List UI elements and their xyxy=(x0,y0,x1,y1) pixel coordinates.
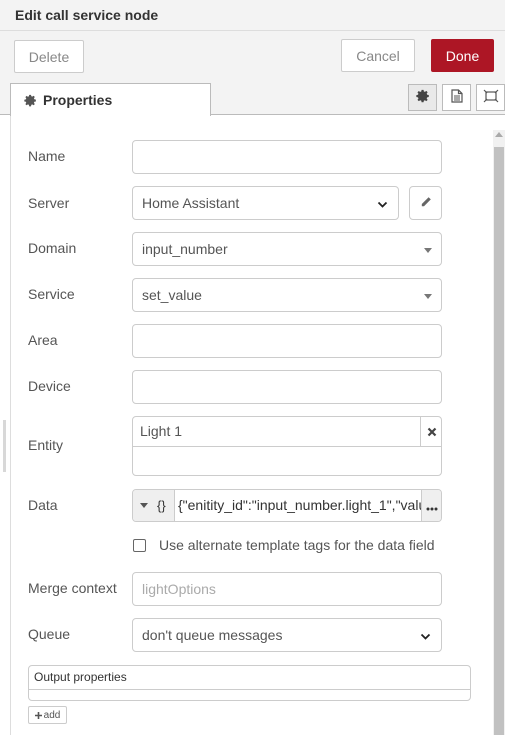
server-label: Server xyxy=(28,195,70,211)
alt-template-row: Use alternate template tags for the data… xyxy=(133,537,435,553)
output-properties-header: Output properties xyxy=(29,666,470,690)
service-label: Service xyxy=(28,286,75,302)
data-value[interactable]: {"enitity_id":"input_number.light_1","va… xyxy=(178,497,423,513)
tab-bar: Properties xyxy=(0,80,505,116)
domain-input[interactable]: input_number xyxy=(132,232,442,266)
service-input[interactable]: set_value xyxy=(132,278,442,312)
output-properties-list: Output properties xyxy=(28,665,471,701)
queue-select[interactable]: don't queue messages xyxy=(132,618,442,652)
tab-settings[interactable] xyxy=(408,84,437,111)
description-icon xyxy=(450,89,463,106)
merge-context-label: Merge context xyxy=(28,580,117,596)
device-input[interactable] xyxy=(132,370,442,404)
dialog-titlebar: Edit call service node xyxy=(0,0,505,31)
resize-handle[interactable] xyxy=(3,420,6,472)
expand-editor-button[interactable] xyxy=(421,490,441,521)
tab-properties[interactable]: Properties xyxy=(10,83,211,116)
area-input[interactable] xyxy=(132,324,442,358)
merge-context-placeholder: lightOptions xyxy=(142,581,216,597)
scrollbar-thumb[interactable] xyxy=(494,147,504,735)
tab-appearance[interactable] xyxy=(476,84,505,111)
close-icon xyxy=(427,424,437,440)
add-output-label: add xyxy=(43,709,61,721)
device-label: Device xyxy=(28,378,71,394)
scrollbar[interactable] xyxy=(493,130,505,735)
gear-icon xyxy=(24,94,37,107)
chevron-down-icon xyxy=(420,629,431,645)
pencil-icon xyxy=(420,195,432,211)
alt-template-checkbox[interactable] xyxy=(133,538,146,552)
plus-icon xyxy=(34,711,42,719)
caret-down-icon[interactable] xyxy=(424,248,432,253)
delete-button[interactable]: Delete xyxy=(14,40,84,73)
queue-value: don't queue messages xyxy=(142,627,283,643)
service-value: set_value xyxy=(142,287,202,303)
json-type-icon: {} xyxy=(157,498,166,513)
area-label: Area xyxy=(28,332,58,348)
dialog-actionbar: Delete Cancel Done xyxy=(0,31,505,80)
cancel-button[interactable]: Cancel xyxy=(341,39,415,72)
add-output-button[interactable]: add xyxy=(28,706,67,724)
appearance-icon xyxy=(483,89,499,106)
remove-entity-button[interactable] xyxy=(421,417,442,447)
server-select[interactable]: Home Assistant xyxy=(132,186,399,220)
gear-icon xyxy=(415,89,430,106)
edit-server-button[interactable] xyxy=(409,186,442,220)
ellipsis-icon xyxy=(426,498,438,514)
scroll-up-icon[interactable] xyxy=(495,132,503,137)
entity-input[interactable]: Light 1 xyxy=(132,416,442,476)
done-button[interactable]: Done xyxy=(431,39,494,72)
data-type-select[interactable]: {} xyxy=(133,490,175,521)
name-label: Name xyxy=(28,148,66,164)
name-input[interactable] xyxy=(132,140,442,174)
merge-context-input[interactable]: lightOptions xyxy=(132,572,442,606)
entity-label: Entity xyxy=(28,437,64,453)
domain-label: Domain xyxy=(28,240,77,256)
tab-description[interactable] xyxy=(442,84,471,111)
data-typed-input[interactable]: {} {"enitity_id":"input_number.light_1",… xyxy=(132,489,442,522)
alt-template-label: Use alternate template tags for the data… xyxy=(159,537,435,553)
dialog-title: Edit call service node xyxy=(15,7,159,23)
tab-properties-label: Properties xyxy=(43,92,113,108)
caret-down-icon[interactable] xyxy=(424,294,432,299)
server-value: Home Assistant xyxy=(142,195,240,211)
data-label: Data xyxy=(28,497,58,513)
caret-down-icon xyxy=(140,503,148,508)
entity-tag: Light 1 xyxy=(133,417,421,447)
chevron-down-icon xyxy=(377,197,388,213)
panel-border xyxy=(10,116,11,735)
queue-label: Queue xyxy=(28,626,71,642)
domain-value: input_number xyxy=(142,241,228,257)
